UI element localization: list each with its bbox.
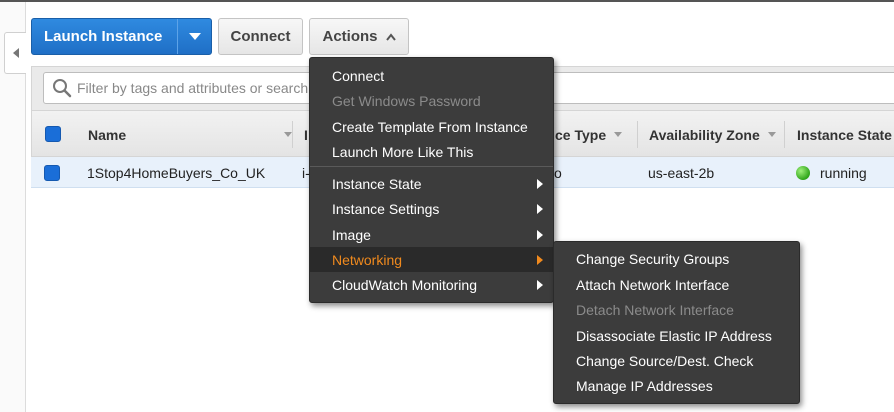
cell-instance-state: running <box>796 157 867 188</box>
sort-icon <box>767 132 776 137</box>
chevron-right-icon <box>537 204 543 214</box>
chevron-right-icon <box>537 280 543 290</box>
menu-item-instance-settings[interactable]: Instance Settings <box>310 196 553 221</box>
column-divider <box>637 121 638 148</box>
submenu-item-manage-ip-addresses[interactable]: Manage IP Addresses <box>554 373 799 398</box>
menu-divider <box>310 166 553 167</box>
networking-submenu: Change Security Groups Attach Network In… <box>553 241 800 404</box>
menu-item-create-template[interactable]: Create Template From Instance <box>310 114 553 139</box>
top-border <box>0 0 894 2</box>
menu-item-image[interactable]: Image <box>310 222 553 247</box>
submenu-item-disassociate-elastic-ip[interactable]: Disassociate Elastic IP Address <box>554 323 799 348</box>
submenu-item-attach-network-interface[interactable]: Attach Network Interface <box>554 272 799 297</box>
menu-item-networking[interactable]: Networking <box>310 247 553 272</box>
connect-label: Connect <box>230 28 291 45</box>
status-dot-icon <box>796 165 810 180</box>
menu-item-connect[interactable]: Connect <box>310 63 553 88</box>
column-header-instance-id[interactable]: I <box>304 111 308 158</box>
menu-item-cloudwatch-monitoring[interactable]: CloudWatch Monitoring <box>310 272 553 297</box>
actions-menu: Connect Get Windows Password Create Temp… <box>309 57 554 303</box>
select-all-checkbox[interactable] <box>45 126 61 142</box>
chevron-right-icon <box>537 230 543 240</box>
menu-item-instance-state[interactable]: Instance State <box>310 171 553 196</box>
submenu-item-change-source-dest-check[interactable]: Change Source/Dest. Check <box>554 348 799 373</box>
launch-instance-button[interactable]: Launch Instance <box>31 18 212 55</box>
cell-name: 1Stop4HomeBuyers_Co_UK <box>87 164 266 181</box>
menu-item-get-windows-password: Get Windows Password <box>332 92 481 109</box>
actions-button[interactable]: Actions <box>309 18 409 55</box>
status-text: running <box>820 164 867 181</box>
column-divider <box>292 121 293 148</box>
launch-instance-dropdown[interactable] <box>177 19 211 54</box>
column-header-instance-type[interactable]: ce Type <box>555 111 623 158</box>
left-panel-toggle[interactable] <box>4 32 26 74</box>
chevron-right-icon <box>537 179 543 189</box>
column-divider <box>784 121 785 148</box>
chevron-left-icon <box>12 48 19 58</box>
search-icon <box>53 79 72 98</box>
chevron-up-icon <box>385 32 396 41</box>
menu-item-launch-more-like-this[interactable]: Launch More Like This <box>310 139 553 164</box>
cell-instance-type: o <box>554 164 562 181</box>
left-nav-strip <box>0 2 26 412</box>
column-header-instance-state[interactable]: Instance State <box>797 111 892 158</box>
row-checkbox[interactable] <box>44 165 60 181</box>
submenu-item-detach-network-interface: Detach Network Interface <box>576 301 734 318</box>
connect-button[interactable]: Connect <box>218 18 303 55</box>
actions-label: Actions <box>322 28 378 45</box>
cell-availability-zone: us-east-2b <box>648 164 715 181</box>
submenu-item-change-security-groups[interactable]: Change Security Groups <box>554 246 799 271</box>
ec2-instances-page: Launch Instance Connect Actions Filter b… <box>0 0 894 412</box>
chevron-right-icon <box>537 255 543 265</box>
caret-down-icon <box>188 33 201 40</box>
column-header-availability-zone[interactable]: Availability Zone <box>649 111 776 158</box>
launch-instance-label: Launch Instance <box>44 28 163 45</box>
sort-icon <box>284 132 293 137</box>
sort-icon <box>614 132 623 137</box>
column-header-name[interactable]: Name <box>88 111 293 158</box>
